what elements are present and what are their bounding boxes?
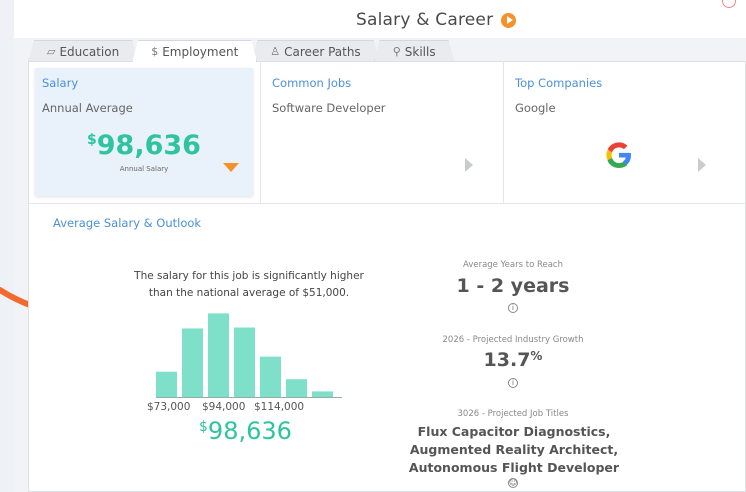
tab-label: Skills [404,44,436,59]
growth-value: 13.7% [413,349,613,371]
jobs-heading: Common Jobs [272,76,352,90]
chevron-right-icon[interactable] [465,158,473,172]
salary-amount: $98,636 [35,130,253,161]
jobs-subheading: Software Developer [272,101,386,115]
salary-card-inner: Salary Annual Average $98,636 Annual Sal… [35,68,253,196]
google-logo-icon [606,142,631,168]
histogram-bar [156,371,177,398]
play-icon[interactable] [501,12,517,28]
info-icon[interactable]: i [508,378,518,388]
blurb-line: The salary for this job is significantly… [134,270,364,282]
employment-panel: Salary Annual Average $98,636 Annual Sal… [28,61,746,492]
salary-card[interactable]: Salary Annual Average $98,636 Annual Sal… [29,62,261,204]
tab-career-paths[interactable]: ♙ Career Paths [251,40,379,62]
salary-value: 98,636 [207,417,292,445]
histogram-bar [286,379,307,398]
salary-comparison-text: The salary for this job is significantly… [127,268,371,302]
job-title: Autonomous Flight Developer [408,460,620,475]
dollar-icon: $ [151,45,159,58]
titles-label: 3026 - Projected Job Titles [457,409,569,419]
salary-heading: Salary [42,76,79,90]
common-jobs-card[interactable]: Common Jobs Software Developer [261,62,504,204]
job-title: Flux Capacitor Diagnostics, [417,424,611,439]
wrench-icon: ⚲ [392,45,401,58]
companies-heading: Top Companies [515,76,603,90]
growth-unit: % [530,349,543,363]
growth-number: 13.7 [483,349,531,371]
histogram-bar [182,328,203,398]
companies-subheading: Google [515,101,556,115]
histogram-bar [208,313,229,398]
smiley-icon[interactable]: ☺ [508,478,518,488]
salary-histogram [156,313,342,398]
header-bar: Salary & Career [14,0,746,38]
info-icon[interactable]: i [508,303,518,313]
x-tick-label: $94,000 [202,401,246,413]
histogram-salary: $98,636 [199,417,292,445]
salary-subheading: Annual Average [42,101,133,115]
close-icon[interactable] [722,0,736,8]
growth-label: 2026 - Projected Industry Growth [442,335,584,345]
graduation-cap-icon: ▱ [47,45,56,58]
expand-down-icon[interactable] [223,163,239,172]
years-label: Average Years to Reach [463,260,563,270]
histogram-bar [234,327,255,398]
salary-value: 98,636 [96,130,201,161]
histogram-x-labels: $73,000 $94,000 $114,000 [147,401,317,415]
tab-label: Education [59,44,120,59]
tab-label: Employment [162,44,239,59]
x-tick-label: $114,000 [254,401,305,413]
tab-skills[interactable]: ⚲ Skills [374,40,455,62]
blurb-line: than the national average of $51,000. [148,287,350,299]
tab-employment[interactable]: $ Employment [132,40,257,62]
chevron-right-icon[interactable] [698,158,706,172]
tab-education[interactable]: ▱ Education [28,40,138,62]
tab-label: Career Paths [284,44,361,59]
currency-symbol: $ [199,419,208,435]
histogram-bar [260,356,281,398]
section-title[interactable]: Average Salary & Outlook [53,216,201,230]
tab-bar: ▱ Education $ Employment ♙ Career Paths … [28,40,449,62]
page-title: Salary & Career [356,10,494,30]
currency-symbol: $ [87,132,97,148]
salary-amount-label: Annual Salary [119,165,169,173]
person-icon: ♙ [270,45,281,58]
job-title: Augmented Reality Architect, [409,442,619,457]
header-title-group: Salary & Career [356,8,517,32]
x-tick-label: $73,000 [147,401,191,413]
years-value: 1 - 2 years [456,275,570,297]
job-titles-list: Flux Capacitor Diagnostics, Augmented Re… [399,423,629,477]
background-panel [0,0,14,492]
top-companies-card[interactable]: Top Companies Google [504,62,746,204]
